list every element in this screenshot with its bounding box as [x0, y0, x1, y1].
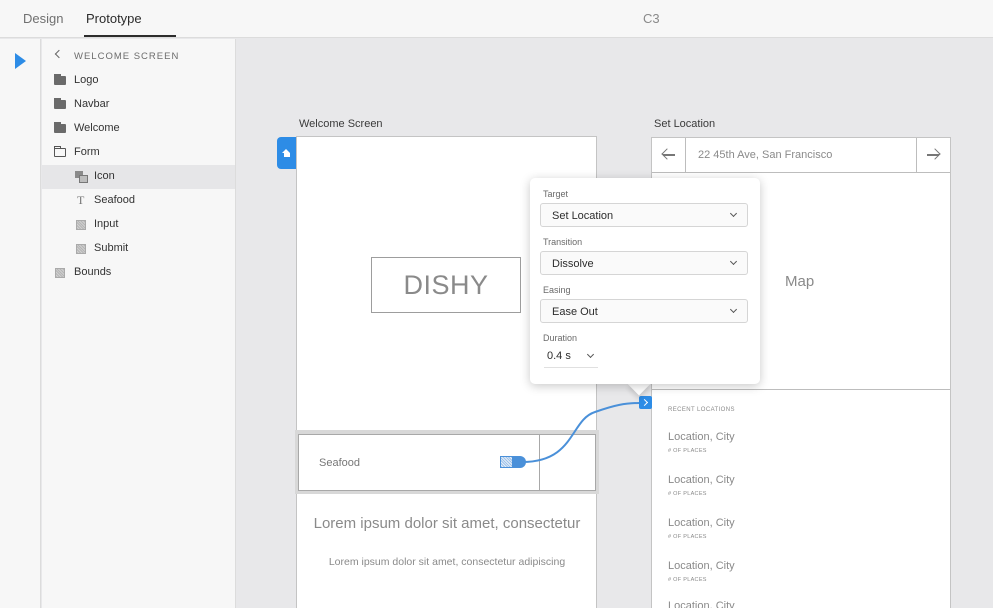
symbol-icon [75, 171, 88, 183]
location-city: Location, City [668, 431, 735, 443]
duration-label: Duration [543, 333, 578, 343]
select-tool-icon[interactable] [15, 53, 26, 69]
folder-open-icon [54, 146, 66, 157]
chevron-down-icon [586, 350, 595, 359]
folder-icon [54, 98, 66, 109]
location-city: Location, City [668, 517, 735, 529]
location-places: # OF PLACES [668, 534, 707, 540]
layer-item-navbar[interactable]: Navbar [42, 93, 235, 117]
target-label: Target [543, 189, 569, 199]
location-city: Location, City [668, 474, 735, 486]
layers-panel: WELCOME SCREEN Logo Navbar Welcome Form … [42, 39, 236, 608]
list-item[interactable]: Location, City # OF PLACES [668, 560, 735, 583]
recent-locations-title: RECENT LOCATIONS [668, 407, 735, 413]
target-value: Set Location [552, 210, 614, 222]
form-divider [539, 435, 540, 491]
layers-header: WELCOME SCREEN [42, 39, 236, 69]
layer-item-form[interactable]: Form [42, 141, 235, 165]
list-item[interactable]: Location, City [668, 600, 735, 608]
interaction-popover: Target Set Location Transition Dissolve … [530, 178, 760, 384]
location-places: # OF PLACES [668, 577, 707, 583]
layer-item-welcome[interactable]: Welcome [42, 117, 235, 141]
tab-prototype[interactable]: Prototype [86, 11, 142, 26]
seafood-text[interactable]: Seafood [319, 457, 360, 469]
layer-label: Input [94, 218, 119, 230]
chevron-down-icon [729, 305, 738, 314]
artboard-title-welcome[interactable]: Welcome Screen [299, 118, 383, 130]
arrow-left-icon [663, 154, 675, 156]
layers-title: WELCOME SCREEN [74, 51, 180, 62]
home-icon[interactable] [277, 137, 296, 169]
location-places: # OF PLACES [668, 448, 707, 454]
list-item[interactable]: Location, City # OF PLACES [668, 474, 735, 497]
layer-label: Submit [94, 242, 129, 254]
list-item[interactable]: Location, City # OF PLACES [668, 431, 735, 454]
folder-icon [54, 74, 66, 85]
rectangle-icon [55, 268, 65, 278]
folder-icon [54, 122, 66, 133]
rectangle-icon [76, 244, 86, 254]
lorem-heading: Lorem ipsum dolor sit amet, consectetur [313, 515, 581, 532]
forward-button[interactable] [916, 138, 950, 172]
logo-box[interactable]: DISHY [371, 257, 521, 313]
location-search-bar[interactable]: 22 45th Ave, San Francisco [652, 138, 950, 173]
layer-label: Welcome [74, 122, 120, 134]
tab-design[interactable]: Design [23, 11, 63, 26]
arrow-right-icon [927, 154, 939, 156]
easing-select[interactable]: Ease Out [540, 299, 748, 323]
layer-label: Icon [94, 170, 115, 182]
active-tab-indicator [84, 35, 176, 37]
layer-item-input[interactable]: Input [42, 213, 235, 237]
layer-label: Bounds [74, 266, 112, 278]
location-city: Location, City [668, 600, 735, 608]
document-title: C3 [643, 11, 660, 26]
location-city: Location, City [668, 560, 735, 572]
duration-select[interactable]: 0.4 s [544, 346, 598, 368]
rectangle-icon [76, 220, 86, 230]
list-item[interactable]: Location, City # OF PLACES [668, 517, 735, 540]
layer-item-bounds[interactable]: Bounds [42, 261, 235, 285]
layer-item-logo[interactable]: Logo [42, 69, 235, 93]
transition-label: Transition [543, 237, 583, 247]
lorem-body: Lorem ipsum dolor sit amet, consectetur … [328, 556, 566, 568]
transition-select[interactable]: Dissolve [540, 251, 748, 275]
back-chevron-icon[interactable] [54, 49, 64, 59]
wire-target-icon[interactable] [639, 396, 652, 409]
layer-item-seafood[interactable]: T Seafood [42, 189, 235, 213]
layer-label: Navbar [74, 98, 110, 110]
selected-icon-layer[interactable] [500, 456, 513, 468]
layer-item-submit[interactable]: Submit [42, 237, 235, 261]
chevron-down-icon [729, 257, 738, 266]
artboard-title-set-location[interactable]: Set Location [654, 118, 715, 130]
easing-value: Ease Out [552, 306, 598, 318]
location-places: # OF PLACES [668, 491, 707, 497]
map-label: Map [785, 273, 815, 290]
text-icon: T [77, 193, 85, 207]
easing-label: Easing [543, 285, 571, 295]
transition-value: Dissolve [552, 258, 594, 270]
layer-label: Seafood [94, 194, 135, 206]
top-bar: Design Prototype C3 [0, 0, 993, 38]
layer-label: Logo [74, 74, 99, 86]
layer-label: Form [74, 146, 100, 158]
target-select[interactable]: Set Location [540, 203, 748, 227]
location-search-value[interactable]: 22 45th Ave, San Francisco [698, 149, 832, 161]
duration-value: 0.4 s [547, 350, 571, 362]
layer-item-icon[interactable]: Icon [42, 165, 235, 189]
chevron-down-icon [729, 209, 738, 218]
back-button[interactable] [652, 138, 686, 172]
tool-strip [0, 39, 41, 608]
